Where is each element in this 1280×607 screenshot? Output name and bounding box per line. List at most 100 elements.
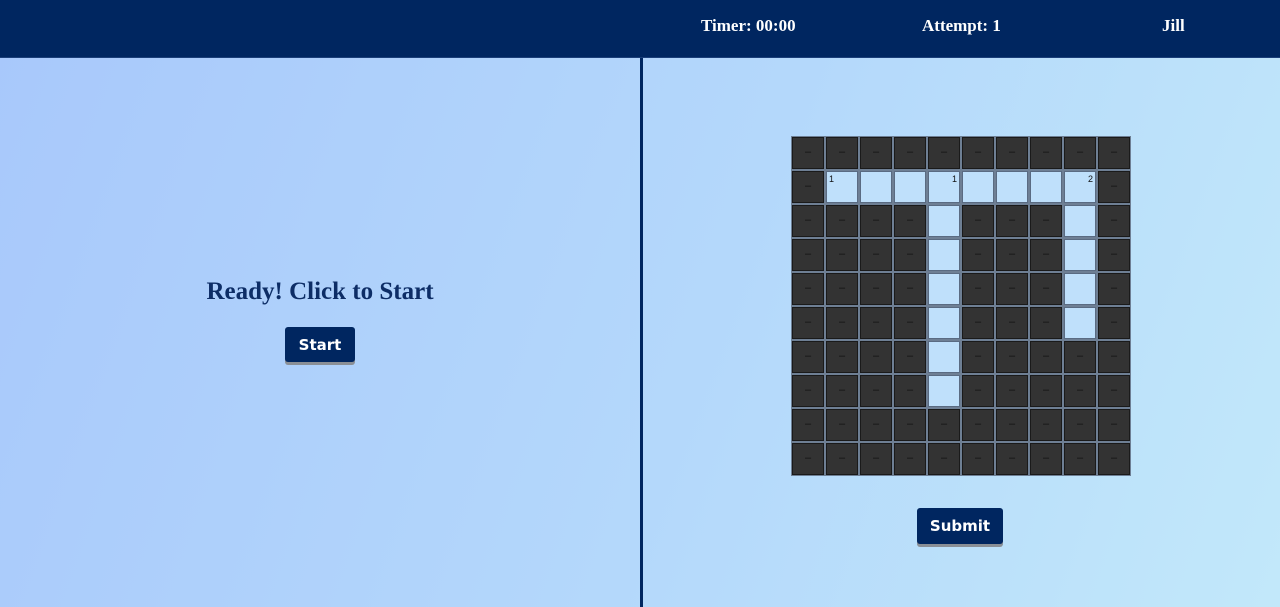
grid-cell-black[interactable] [791, 374, 825, 408]
grid-cell-white[interactable] [927, 374, 961, 408]
grid-cell-black[interactable] [995, 204, 1029, 238]
grid-cell-black[interactable] [825, 340, 859, 374]
grid-cell-black[interactable] [859, 136, 893, 170]
grid-cell-white[interactable]: 2 [1063, 170, 1097, 204]
grid-cell-black[interactable] [1063, 408, 1097, 442]
grid-cell-white[interactable] [927, 306, 961, 340]
grid-cell-black[interactable] [859, 340, 893, 374]
grid-cell-black[interactable] [893, 238, 927, 272]
grid-cell-white[interactable] [927, 238, 961, 272]
grid-cell-black[interactable] [1063, 136, 1097, 170]
grid-cell-white[interactable] [927, 272, 961, 306]
grid-cell-black[interactable] [1097, 408, 1131, 442]
grid-cell-black[interactable] [791, 204, 825, 238]
grid-cell-black[interactable] [1097, 170, 1131, 204]
grid-cell-black[interactable] [927, 442, 961, 476]
grid-cell-black[interactable] [791, 170, 825, 204]
grid-cell-black[interactable] [961, 136, 995, 170]
grid-cell-black[interactable] [961, 306, 995, 340]
grid-cell-black[interactable] [961, 340, 995, 374]
grid-cell-white[interactable] [961, 170, 995, 204]
grid-cell-black[interactable] [859, 374, 893, 408]
grid-cell-black[interactable] [893, 306, 927, 340]
grid-cell-white[interactable]: 1 [927, 170, 961, 204]
grid-cell-black[interactable] [995, 442, 1029, 476]
grid-cell-black[interactable] [893, 340, 927, 374]
grid-cell-black[interactable] [927, 136, 961, 170]
grid-cell-white[interactable] [1063, 272, 1097, 306]
grid-cell-black[interactable] [791, 306, 825, 340]
grid-cell-black[interactable] [961, 408, 995, 442]
grid-cell-black[interactable] [859, 442, 893, 476]
grid-cell-black[interactable] [893, 374, 927, 408]
grid-cell-black[interactable] [1063, 374, 1097, 408]
grid-cell-black[interactable] [893, 272, 927, 306]
grid-cell-black[interactable] [1029, 306, 1063, 340]
grid-cell-black[interactable] [1029, 442, 1063, 476]
start-button[interactable]: Start [285, 327, 355, 362]
grid-cell-black[interactable] [961, 204, 995, 238]
submit-button[interactable]: Submit [917, 508, 1003, 544]
grid-cell-black[interactable] [791, 136, 825, 170]
grid-cell-black[interactable] [1029, 272, 1063, 306]
grid-cell-black[interactable] [961, 442, 995, 476]
grid-cell-white[interactable] [1063, 306, 1097, 340]
grid-cell-black[interactable] [1097, 272, 1131, 306]
grid-cell-black[interactable] [893, 204, 927, 238]
grid-cell-black[interactable] [1097, 204, 1131, 238]
grid-cell-black[interactable] [1097, 238, 1131, 272]
grid-cell-black[interactable] [825, 408, 859, 442]
grid-cell-black[interactable] [1097, 306, 1131, 340]
grid-cell-black[interactable] [995, 340, 1029, 374]
grid-cell-black[interactable] [859, 238, 893, 272]
grid-cell-white[interactable] [1063, 204, 1097, 238]
grid-cell-black[interactable] [859, 272, 893, 306]
grid-cell-black[interactable] [859, 408, 893, 442]
grid-cell-black[interactable] [825, 238, 859, 272]
grid-cell-black[interactable] [1097, 136, 1131, 170]
grid-cell-black[interactable] [859, 306, 893, 340]
grid-cell-white[interactable]: 1 [825, 170, 859, 204]
grid-cell-black[interactable] [961, 374, 995, 408]
grid-cell-black[interactable] [791, 408, 825, 442]
grid-cell-black[interactable] [1063, 340, 1097, 374]
grid-cell-black[interactable] [1029, 374, 1063, 408]
grid-cell-black[interactable] [825, 374, 859, 408]
grid-cell-black[interactable] [1097, 340, 1131, 374]
grid-cell-black[interactable] [791, 238, 825, 272]
grid-cell-black[interactable] [1063, 442, 1097, 476]
grid-cell-black[interactable] [791, 272, 825, 306]
grid-cell-black[interactable] [1029, 408, 1063, 442]
grid-cell-white[interactable] [927, 204, 961, 238]
grid-cell-white[interactable] [1063, 238, 1097, 272]
grid-cell-black[interactable] [825, 306, 859, 340]
grid-cell-black[interactable] [961, 238, 995, 272]
grid-cell-black[interactable] [1097, 442, 1131, 476]
grid-cell-black[interactable] [893, 442, 927, 476]
grid-cell-black[interactable] [961, 272, 995, 306]
grid-cell-white[interactable] [995, 170, 1029, 204]
grid-cell-black[interactable] [1097, 374, 1131, 408]
grid-cell-black[interactable] [825, 442, 859, 476]
grid-cell-black[interactable] [995, 408, 1029, 442]
grid-cell-black[interactable] [825, 204, 859, 238]
grid-cell-black[interactable] [995, 272, 1029, 306]
grid-cell-black[interactable] [995, 136, 1029, 170]
grid-cell-white[interactable] [1029, 170, 1063, 204]
grid-cell-black[interactable] [859, 204, 893, 238]
grid-cell-black[interactable] [791, 340, 825, 374]
grid-cell-black[interactable] [1029, 340, 1063, 374]
grid-cell-black[interactable] [1029, 238, 1063, 272]
grid-cell-black[interactable] [893, 136, 927, 170]
grid-cell-black[interactable] [893, 408, 927, 442]
grid-cell-black[interactable] [825, 272, 859, 306]
grid-cell-black[interactable] [995, 238, 1029, 272]
grid-cell-black[interactable] [1029, 136, 1063, 170]
grid-cell-black[interactable] [791, 442, 825, 476]
grid-cell-black[interactable] [995, 374, 1029, 408]
grid-cell-white[interactable] [859, 170, 893, 204]
grid-cell-white[interactable] [927, 340, 961, 374]
grid-cell-black[interactable] [1029, 204, 1063, 238]
grid-cell-black[interactable] [825, 136, 859, 170]
grid-cell-black[interactable] [927, 408, 961, 442]
